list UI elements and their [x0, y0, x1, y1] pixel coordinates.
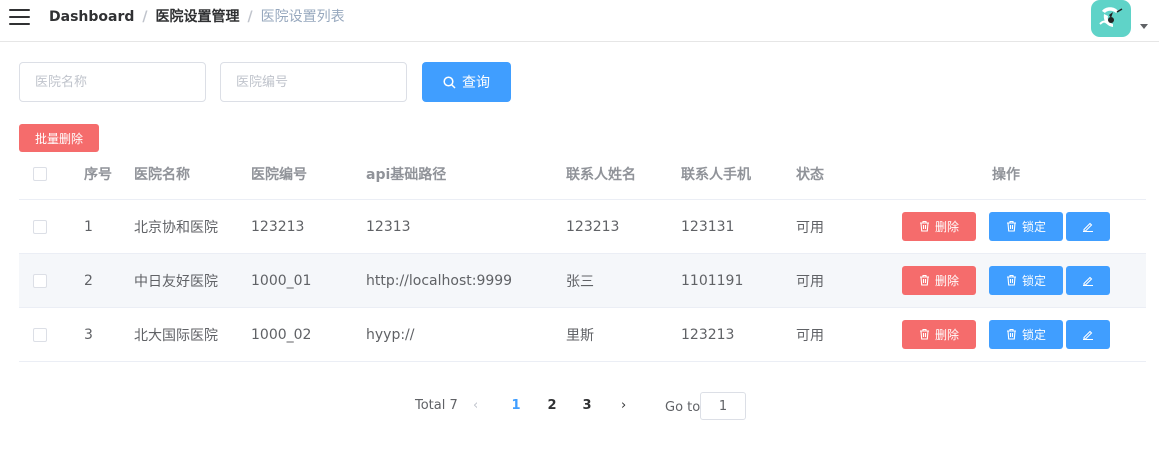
- caret-down-icon[interactable]: [1140, 24, 1148, 29]
- header-status: 状态: [796, 166, 824, 183]
- goto-page-input[interactable]: [700, 392, 746, 420]
- breadcrumb: Dashboard / 医院设置管理 / 医院设置列表: [49, 9, 345, 26]
- chevron-right-icon[interactable]: ›: [621, 398, 626, 413]
- cell-status: 可用: [796, 327, 824, 344]
- trash-icon: [919, 220, 929, 232]
- edit-button[interactable]: [1066, 319, 1110, 349]
- cell-hospital-code: 1000_02: [251, 326, 312, 343]
- avatar-image-icon: [1099, 7, 1123, 27]
- edit-icon: [1083, 276, 1093, 286]
- trash-icon: [919, 328, 929, 340]
- cell-index: 2: [84, 272, 93, 289]
- cell-hospital-name: 北京协和医院: [134, 219, 218, 236]
- edit-button[interactable]: [1066, 211, 1110, 241]
- header-contact-name: 联系人姓名: [566, 166, 636, 183]
- hospital-table: 序号 医院名称 医院编号 api基础路径 联系人姓名 联系人手机 状态 操作 1…: [19, 148, 1146, 362]
- page-3-button[interactable]: 3: [577, 398, 597, 413]
- table-row: 3 北大国际医院 1000_02 hyyp:// 里斯 123213 可用 删除…: [19, 308, 1146, 362]
- goto-label: Go to: [665, 400, 701, 415]
- table-row: 1 北京协和医院 123213 12313 123213 123131 可用 删…: [19, 200, 1146, 254]
- edit-icon: [1083, 330, 1093, 340]
- chevron-left-icon[interactable]: ‹: [473, 398, 478, 413]
- lock-label: 锁定: [1021, 219, 1046, 234]
- edit-icon: [1083, 222, 1093, 232]
- header-api-url: api基础路径: [366, 166, 447, 183]
- cell-index: 3: [84, 326, 93, 343]
- delete-label: 删除: [934, 327, 959, 342]
- cell-index: 1: [84, 218, 93, 235]
- query-button-label: 查询: [462, 75, 490, 91]
- breadcrumb-current: 医院设置列表: [260, 9, 345, 25]
- breadcrumb-hospital-settings[interactable]: 医院设置管理: [156, 9, 240, 25]
- header-contact-phone: 联系人手机: [681, 166, 751, 183]
- delete-button[interactable]: 删除: [902, 211, 976, 241]
- cell-hospital-code: 1000_01: [251, 272, 312, 289]
- cell-api-url: http://localhost:9999: [366, 272, 513, 289]
- edit-button[interactable]: [1066, 265, 1110, 295]
- table-row: 2 中日友好医院 1000_01 http://localhost:9999 张…: [19, 254, 1146, 308]
- navbar: Dashboard / 医院设置管理 / 医院设置列表: [0, 0, 1159, 42]
- cell-api-url: 12313: [366, 218, 411, 235]
- cell-hospital-name: 北大国际医院: [134, 327, 218, 344]
- trash-icon: [1006, 328, 1016, 340]
- query-button[interactable]: 查询: [422, 62, 511, 102]
- trash-icon: [1006, 220, 1016, 232]
- cell-contact-name: 里斯: [566, 327, 594, 344]
- trash-icon: [1006, 274, 1016, 286]
- header-hospital-code: 医院编号: [251, 166, 307, 183]
- delete-label: 删除: [934, 273, 959, 288]
- breadcrumb-separator: /: [247, 9, 253, 25]
- breadcrumb-separator: /: [142, 9, 148, 25]
- lock-button[interactable]: 锁定: [989, 211, 1063, 241]
- lock-button[interactable]: 锁定: [989, 265, 1063, 295]
- cell-status: 可用: [796, 273, 824, 290]
- hamburger-menu-icon[interactable]: [9, 9, 30, 26]
- cell-contact-phone: 123213: [681, 326, 735, 343]
- row-checkbox[interactable]: [33, 273, 47, 288]
- cell-hospital-name: 中日友好医院: [134, 273, 218, 290]
- row-checkbox[interactable]: [33, 327, 47, 342]
- avatar[interactable]: [1091, 0, 1131, 37]
- cell-contact-name: 张三: [566, 273, 594, 290]
- lock-button[interactable]: 锁定: [989, 319, 1063, 349]
- cell-status: 可用: [796, 219, 824, 236]
- cell-api-url: hyyp://: [366, 326, 415, 343]
- hospital-code-input[interactable]: [220, 62, 407, 102]
- batch-delete-label: 批量删除: [34, 131, 83, 146]
- row-checkbox[interactable]: [33, 219, 47, 234]
- pagination: Total 7 ‹ 1 2 3 › Go to: [0, 392, 1159, 420]
- lock-label: 锁定: [1021, 327, 1046, 342]
- trash-icon: [919, 274, 929, 286]
- header-actions: 操作: [992, 166, 1020, 183]
- cell-hospital-code: 123213: [251, 218, 305, 235]
- header-hospital-name: 医院名称: [134, 166, 190, 183]
- header-index: 序号: [84, 166, 112, 183]
- breadcrumb-dashboard[interactable]: Dashboard: [49, 9, 134, 25]
- table-header: 序号 医院名称 医院编号 api基础路径 联系人姓名 联系人手机 状态 操作: [19, 148, 1146, 200]
- pagination-total: Total 7: [415, 398, 458, 413]
- delete-button[interactable]: 删除: [902, 265, 976, 295]
- page-1-button[interactable]: 1: [506, 398, 526, 413]
- lock-label: 锁定: [1021, 273, 1046, 288]
- select-all-checkbox[interactable]: [33, 166, 47, 181]
- delete-label: 删除: [934, 219, 959, 234]
- cell-contact-phone: 1101191: [681, 272, 744, 289]
- page-2-button[interactable]: 2: [542, 398, 562, 413]
- cell-contact-phone: 123131: [681, 218, 735, 235]
- cell-contact-name: 123213: [566, 218, 620, 235]
- search-icon: [443, 75, 456, 89]
- hospital-name-input[interactable]: [19, 62, 206, 102]
- delete-button[interactable]: 删除: [902, 319, 976, 349]
